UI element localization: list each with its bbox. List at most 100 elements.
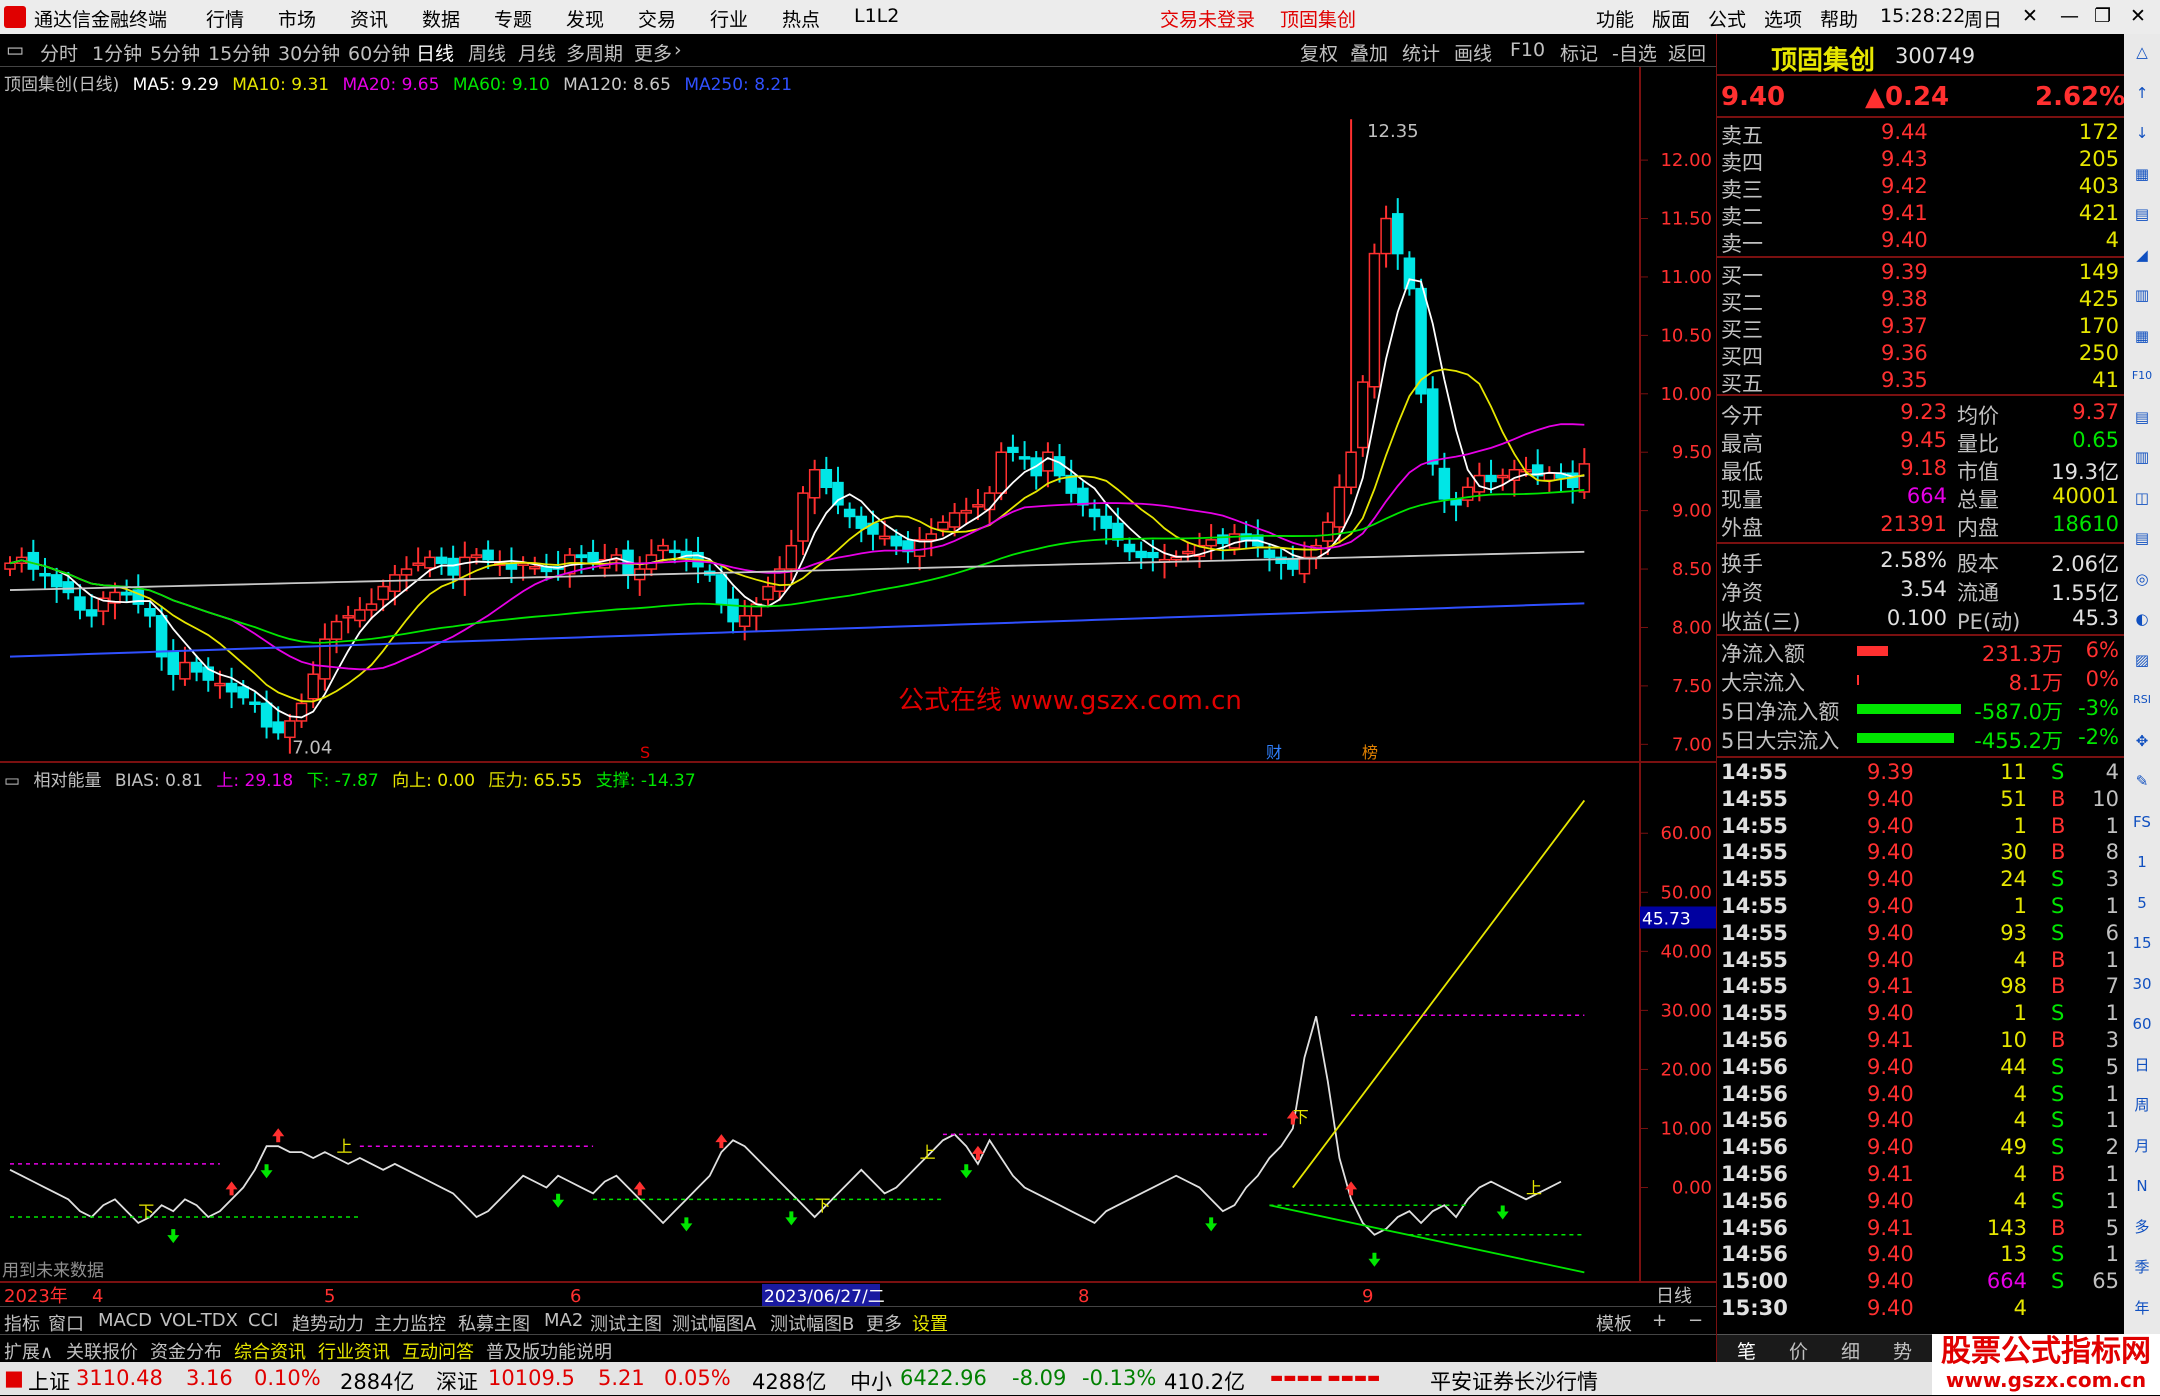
detail-tab[interactable]: 笔 bbox=[1737, 1337, 1756, 1364]
stat-value: 9.23 bbox=[1900, 400, 1947, 424]
restore-icon[interactable]: ❐ bbox=[2094, 5, 2111, 27]
close-icon[interactable]: ✕ bbox=[2022, 5, 2038, 27]
side-tool-icon[interactable]: ▥ bbox=[2130, 445, 2154, 469]
side-tool-icon[interactable]: ✥ bbox=[2130, 729, 2154, 753]
indicator-tab[interactable]: 私募主图 bbox=[458, 1310, 530, 1336]
menu-item[interactable]: 帮助 bbox=[1820, 5, 1858, 32]
side-tool-icon[interactable]: ◐ bbox=[2130, 607, 2154, 631]
side-tool-icon[interactable]: ↑ bbox=[2130, 81, 2154, 105]
signal-label: 下 bbox=[138, 1202, 154, 1221]
extension-tab[interactable]: 扩展∧ bbox=[4, 1338, 53, 1364]
detail-tab[interactable]: 细 bbox=[1841, 1337, 1860, 1364]
side-tool-icon[interactable]: N bbox=[2130, 1174, 2154, 1198]
tick-count: 1 bbox=[2105, 1108, 2119, 1133]
collapse-icon[interactable]: ▭ bbox=[4, 771, 20, 791]
index-name[interactable]: 深证 bbox=[436, 1366, 478, 1396]
indicator-tab[interactable]: 主力监控 bbox=[374, 1310, 446, 1336]
tick-count: 65 bbox=[2092, 1269, 2119, 1294]
candle-body bbox=[50, 574, 63, 588]
tick-time: 14:55 bbox=[1721, 947, 1788, 972]
side-tool-icon[interactable]: 多 bbox=[2130, 1215, 2154, 1239]
menu-item[interactable]: 选项 bbox=[1764, 5, 1802, 32]
indicator-tab[interactable]: CCI bbox=[248, 1310, 278, 1331]
side-tool-icon[interactable]: 日 bbox=[2130, 1053, 2154, 1077]
indicator-tab[interactable]: 测试主图 bbox=[590, 1310, 662, 1336]
side-tool-icon[interactable]: ◎ bbox=[2130, 567, 2154, 591]
extension-tab[interactable]: 普及版功能说明 bbox=[486, 1338, 612, 1364]
side-tool-icon[interactable]: ▦ bbox=[2130, 324, 2154, 348]
side-tool-icon[interactable]: RSI bbox=[2130, 688, 2154, 712]
candle-body bbox=[529, 565, 541, 570]
indicator-tab[interactable]: VOL-TDX bbox=[160, 1310, 238, 1331]
bid-volume: 170 bbox=[2078, 314, 2119, 338]
side-tool-icon[interactable]: ◫ bbox=[2130, 486, 2154, 510]
side-tool-icon[interactable]: F10 bbox=[2130, 364, 2154, 388]
side-tool-icon[interactable]: 1 bbox=[2130, 850, 2154, 874]
side-tool-icon[interactable]: 60 bbox=[2130, 1012, 2154, 1036]
extension-tab[interactable]: 关联报价 bbox=[66, 1338, 138, 1364]
tick-price: 9.41 bbox=[1867, 1028, 1914, 1052]
stat-row: 净资 3.54 流通 1.55亿 bbox=[1717, 577, 2125, 605]
chart-area[interactable]: 7.00 7.50 8.00 8.50 9.00 9.50 10.00 10.50 11.00 1… bbox=[0, 0, 1716, 1306]
side-tool-icon[interactable]: ↓ bbox=[2130, 121, 2154, 145]
indicator-tab[interactable]: 设置 bbox=[912, 1310, 948, 1336]
side-tool-icon[interactable]: ✎ bbox=[2130, 769, 2154, 793]
status-bar: ■ 上证 3110.48 3.16 0.10% 2884亿 深证 10109.5… bbox=[0, 1362, 2160, 1395]
indicator-tab[interactable]: 更多 bbox=[866, 1310, 902, 1336]
side-tool-icon[interactable]: △ bbox=[2130, 40, 2154, 64]
close-window-icon[interactable]: ✕ bbox=[2130, 5, 2146, 27]
side-tool-icon[interactable]: ▤ bbox=[2130, 405, 2154, 429]
minimize-icon[interactable]: — bbox=[2060, 5, 2079, 27]
candle-body bbox=[937, 521, 949, 531]
detail-tab[interactable]: 势 bbox=[1893, 1337, 1912, 1364]
side-tool-icon[interactable]: ◢ bbox=[2130, 243, 2154, 267]
candle-body bbox=[1018, 456, 1031, 460]
side-tool-icon[interactable]: ▤ bbox=[2130, 202, 2154, 226]
indicator-tab[interactable]: 趋势动力 bbox=[292, 1310, 364, 1336]
index-name[interactable]: 上证 bbox=[28, 1366, 70, 1396]
candle-body bbox=[797, 492, 809, 542]
ask-label: 卖三 bbox=[1721, 178, 1763, 202]
side-tool-icon[interactable]: FS bbox=[2130, 810, 2154, 834]
y-tick-label: 30.00 bbox=[1660, 1000, 1712, 1021]
extension-tab[interactable]: 互动问答 bbox=[402, 1338, 474, 1364]
template-button[interactable]: 模板 bbox=[1596, 1310, 1632, 1336]
stat-label: 市值 bbox=[1957, 460, 1999, 484]
side-tool-icon[interactable]: 季 bbox=[2130, 1255, 2154, 1279]
side-tool-icon[interactable]: ▤ bbox=[2130, 526, 2154, 550]
y-tick-label: 12.00 bbox=[1660, 150, 1712, 171]
side-tool-icon[interactable]: 周 bbox=[2130, 1093, 2154, 1117]
indicator-tab[interactable]: 测试幅图A bbox=[672, 1310, 756, 1336]
indicator-tab[interactable]: 测试幅图B bbox=[770, 1310, 854, 1336]
bid-row: 买五 9.35 41 bbox=[1717, 368, 2125, 396]
candle-body bbox=[1088, 508, 1101, 518]
indicator-tab[interactable]: 窗口 bbox=[48, 1310, 84, 1336]
tick-side: S bbox=[2051, 894, 2065, 918]
add-pane-icon[interactable]: + bbox=[1652, 1310, 1667, 1331]
signal-label: 上 bbox=[337, 1137, 353, 1156]
side-tool-icon[interactable]: 年 bbox=[2130, 1296, 2154, 1320]
side-tool-icon[interactable]: ▦ bbox=[2130, 162, 2154, 186]
side-tool-icon[interactable]: 月 bbox=[2130, 1134, 2154, 1158]
tick-count: 8 bbox=[2105, 840, 2119, 865]
side-tool-icon[interactable]: 15 bbox=[2130, 931, 2154, 955]
ask-row: 卖一 9.40 4 bbox=[1717, 228, 2125, 256]
detail-tab[interactable]: 价 bbox=[1789, 1337, 1808, 1364]
flow-label: 大宗流入 bbox=[1721, 671, 1805, 695]
ask-price: 9.41 bbox=[1881, 201, 1928, 225]
side-tool-icon[interactable]: ▨ bbox=[2130, 648, 2154, 672]
indicator-tab[interactable]: 指标 bbox=[4, 1310, 40, 1336]
index-name[interactable]: 中小 bbox=[850, 1366, 892, 1396]
tick-time: 14:55 bbox=[1721, 786, 1788, 811]
flow-value: -587.0万 bbox=[1974, 700, 2063, 724]
side-tool-icon[interactable]: 5 bbox=[2130, 891, 2154, 915]
tick-volume: 664 bbox=[1986, 1269, 2027, 1294]
extension-tab[interactable]: 行业资讯 bbox=[318, 1338, 390, 1364]
remove-pane-icon[interactable]: − bbox=[1688, 1310, 1703, 1331]
extension-tab[interactable]: 资金分布 bbox=[150, 1338, 222, 1364]
side-tool-icon[interactable]: ▥ bbox=[2130, 283, 2154, 307]
indicator-tab[interactable]: MACD bbox=[98, 1310, 152, 1331]
extension-tab[interactable]: 综合资讯 bbox=[234, 1338, 306, 1364]
side-tool-icon[interactable]: 30 bbox=[2130, 972, 2154, 996]
indicator-tab[interactable]: MA2 bbox=[544, 1310, 583, 1331]
